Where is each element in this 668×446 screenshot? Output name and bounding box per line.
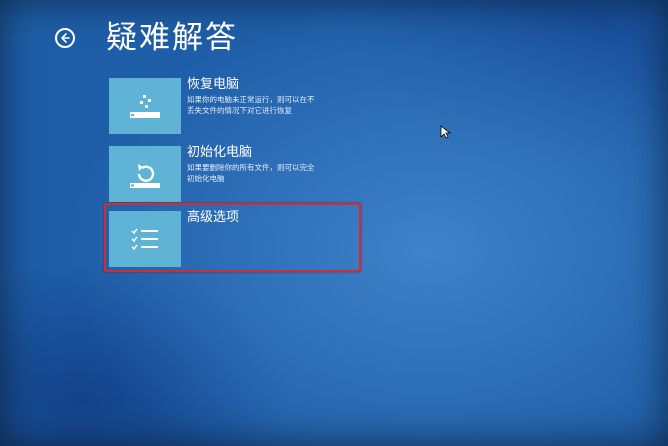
- back-arrow-icon: [61, 33, 70, 43]
- reset-pc-icon: [130, 164, 160, 188]
- reset-pc-description: 如果要删除你的所有文件，则可以完全 初始化电脑: [187, 162, 357, 184]
- refresh-pc-title: 恢复电脑: [187, 77, 240, 92]
- reset-pc-tile[interactable]: [109, 146, 181, 202]
- refresh-pc-desc-line1: 如果你的电脑未正常运行，则可以在不: [187, 95, 315, 104]
- refresh-pc-desc-line2: 丢失文件的情况下对它进行恢复: [187, 106, 292, 115]
- refresh-pc-description: 如果你的电脑未正常运行，则可以在不 丢失文件的情况下对它进行恢复: [187, 94, 357, 116]
- selection-highlight-box: [104, 203, 361, 272]
- back-button[interactable]: [55, 28, 75, 48]
- mouse-cursor-icon: [440, 125, 452, 139]
- refresh-pc-icon: [130, 95, 160, 118]
- reset-pc-option[interactable]: 初始化电脑 如果要删除你的所有文件，则可以完全 初始化电脑: [109, 145, 369, 206]
- reset-pc-desc-line1: 如果要删除你的所有文件，则可以完全: [187, 163, 315, 172]
- refresh-pc-tile[interactable]: [109, 78, 181, 134]
- refresh-pc-option[interactable]: 恢复电脑 如果你的电脑未正常运行，则可以在不 丢失文件的情况下对它进行恢复: [109, 77, 369, 138]
- page-title: 疑难解答: [106, 20, 238, 56]
- reset-pc-title: 初始化电脑: [187, 145, 253, 160]
- reset-pc-desc-line2: 初始化电脑: [187, 174, 225, 183]
